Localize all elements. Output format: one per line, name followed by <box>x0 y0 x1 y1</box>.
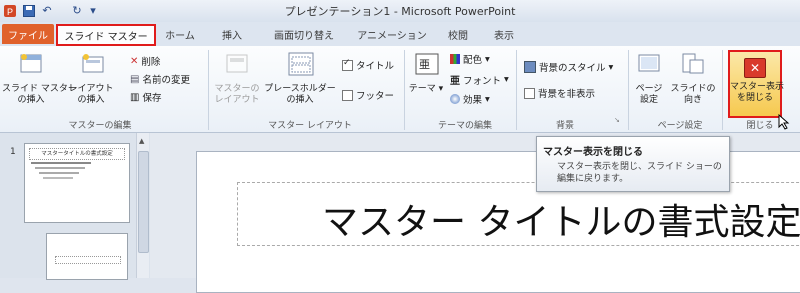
themes-button[interactable]: テーマ ▾ <box>406 84 446 95</box>
thumbnail-scrollbar[interactable]: ▲ <box>136 133 149 278</box>
title-checkbox-box[interactable] <box>342 58 353 71</box>
group-separator <box>516 50 517 130</box>
delete-button[interactable]: ✕ 削除 <box>130 54 161 69</box>
tooltip-title: マスター表示を閉じる <box>543 147 643 158</box>
dialog-launcher-icon[interactable]: ↘ <box>614 116 620 124</box>
footer-checkbox[interactable]: フッター <box>342 88 394 102</box>
close-master-view-label: マスター表示 を閉じる <box>730 82 785 103</box>
preserve-label: 保存 <box>142 93 162 104</box>
background-group-label: 背景 <box>555 121 574 131</box>
page-setup-icon[interactable] <box>636 52 662 76</box>
thumbnail-number: 1 <box>10 147 16 157</box>
master-edit-group-label: マスターの編集 <box>68 121 132 131</box>
title-checkbox-label: タイトル <box>356 61 395 72</box>
themes-label: テーマ <box>408 84 436 94</box>
effects-icon <box>450 94 460 104</box>
tooltip-body: マスター表示を閉じ、スライド ショーの 編集に戻ります。 <box>557 162 722 184</box>
theme-edit-group-label: テーマの編集 <box>437 121 492 131</box>
colors-button[interactable]: 配色 ▾ <box>450 52 490 66</box>
fonts-button[interactable]: 亜 フォント ▾ <box>450 72 509 87</box>
thumbnail-text-line <box>39 172 79 174</box>
thumbnail-title: マスタータイトルの書式設定 <box>29 148 125 160</box>
preserve-icon: ▥ <box>130 91 140 103</box>
hide-background-label: 背景を非表示 <box>538 89 596 100</box>
slide-title: マスター タイトルの書式設定 <box>322 202 800 243</box>
hide-background-checkbox-box[interactable] <box>524 87 535 99</box>
slide-orientation-label: スライドの 向き <box>670 84 716 105</box>
insert-placeholder-icon[interactable] <box>286 50 316 80</box>
rename-button[interactable]: ▤ 名前の変更 <box>130 72 190 87</box>
insert-layout-icon[interactable] <box>80 52 106 76</box>
scrollbar-thumb[interactable] <box>138 151 149 253</box>
background-styles-button[interactable]: 背景のスタイル ▾ <box>524 60 613 74</box>
tab-transitions[interactable]: 画面切り替え <box>262 24 346 44</box>
effects-label: 効果 <box>463 95 483 106</box>
insert-slide-master-button[interactable]: スライド マスター の挿入 <box>2 84 77 106</box>
colors-label: 配色 <box>463 55 483 66</box>
slide-master-thumbnail[interactable]: マスタータイトルの書式設定 <box>24 143 130 223</box>
title-bar: P ↶ ↻ ▾ プレゼンテーション1 - Microsoft PowerPoin… <box>0 0 800 23</box>
background-styles-icon <box>524 61 536 73</box>
fonts-label: フォント <box>463 75 502 87</box>
colors-icon <box>450 54 460 64</box>
page-setup-group-label: ページ設定 <box>657 121 703 131</box>
window-title: プレゼンテーション1 - Microsoft PowerPoint <box>284 5 516 18</box>
close-group-label: 閉じる <box>746 121 774 131</box>
master-layout-button[interactable]: マスターの レイアウト <box>210 84 264 106</box>
tab-animations[interactable]: アニメーション <box>350 24 434 44</box>
group-separator <box>628 50 629 130</box>
tab-review[interactable]: 校閲 <box>440 24 476 44</box>
effects-button[interactable]: 効果 ▾ <box>450 92 490 106</box>
close-icon: ✕ <box>744 58 766 78</box>
mouse-pointer-icon <box>778 113 790 134</box>
background-styles-label: 背景のスタイル <box>539 63 606 74</box>
tab-file[interactable]: ファイル <box>2 24 54 44</box>
title-checkbox[interactable]: タイトル <box>342 58 394 72</box>
preserve-button[interactable]: ▥ 保存 <box>130 90 162 105</box>
delete-label: 削除 <box>141 57 161 68</box>
layout-thumbnail[interactable] <box>46 233 128 280</box>
insert-placeholder-button[interactable]: プレースホルダー の挿入 <box>260 84 340 106</box>
insert-slide-master-icon[interactable] <box>18 52 44 76</box>
master-layout-icon <box>224 52 250 76</box>
slide-thumbnail-pane: 1 マスタータイトルの書式設定 ▲ <box>0 133 150 280</box>
insert-layout-button[interactable]: レイアウト の挿入 <box>62 84 120 106</box>
footer-checkbox-label: フッター <box>356 91 395 102</box>
ribbon-tabs: ファイル スライド マスター ホーム 挿入 画面切り替え アニメーション 校閲 … <box>0 22 800 46</box>
hide-background-checkbox[interactable]: 背景を非表示 <box>524 86 595 100</box>
thumbnail-text-line <box>35 167 85 169</box>
close-master-view-button[interactable]: ✕ マスター表示 を閉じる <box>728 50 785 118</box>
group-separator <box>722 50 723 130</box>
slide-orientation-icon[interactable] <box>680 52 706 76</box>
slide-orientation-button[interactable]: スライドの 向き <box>668 84 718 106</box>
thumbnail-text-line <box>43 177 73 179</box>
tab-insert[interactable]: 挿入 <box>214 24 250 44</box>
rename-icon: ▤ <box>130 73 140 85</box>
close-master-view-tooltip: マスター表示を閉じる マスター表示を閉じ、スライド ショーの 編集に戻ります。 <box>536 136 730 192</box>
themes-icon[interactable]: 亜 <box>414 52 440 76</box>
group-separator <box>404 50 405 130</box>
page-setup-button[interactable]: ページ 設定 <box>630 84 668 106</box>
ribbon: スライド マスター の挿入 レイアウト の挿入 ✕ 削除 ▤ 名前の変更 ▥ 保… <box>0 46 800 133</box>
scroll-up-icon[interactable]: ▲ <box>139 137 144 145</box>
thumbnail-text-line <box>31 162 91 164</box>
tab-home[interactable]: ホーム <box>158 24 202 44</box>
tab-slide-master[interactable]: スライド マスター <box>56 24 156 46</box>
group-separator <box>208 50 209 130</box>
thumbnail-title-placeholder <box>55 256 121 264</box>
footer-checkbox-box[interactable] <box>342 89 353 101</box>
master-layout-group-label: マスター レイアウト <box>268 121 352 131</box>
tab-view[interactable]: 表示 <box>486 24 522 44</box>
fonts-icon: 亜 <box>450 76 460 87</box>
delete-icon: ✕ <box>130 55 139 67</box>
rename-label: 名前の変更 <box>142 75 190 86</box>
svg-text:亜: 亜 <box>419 58 430 71</box>
